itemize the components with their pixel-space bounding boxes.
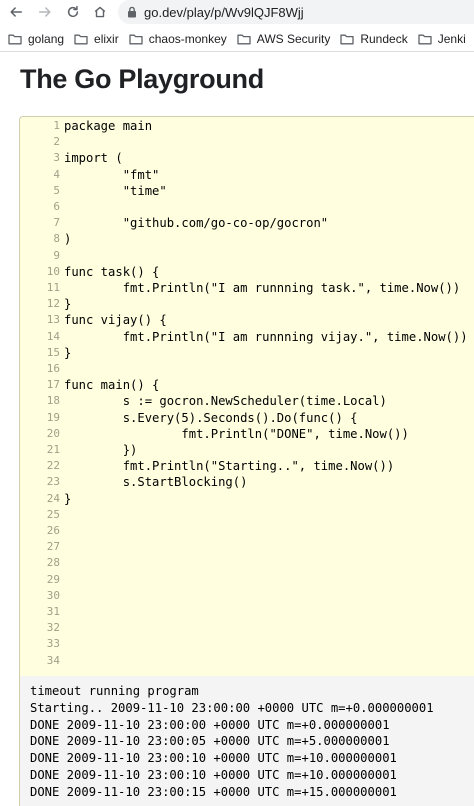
line-number: 22 <box>46 459 60 473</box>
bookmark-item[interactable]: Jenki <box>418 32 466 46</box>
lock-icon <box>128 6 136 18</box>
line-number: 24 <box>46 491 60 505</box>
line-number: 33 <box>46 637 60 651</box>
line-number: 2 <box>53 135 60 149</box>
folder-icon <box>418 34 432 45</box>
output-line: Starting.. 2009-11-10 23:00:00 +0000 UTC… <box>30 700 434 715</box>
bookmark-item[interactable]: chaos-monkey <box>129 32 227 46</box>
line-number: 34 <box>46 653 60 667</box>
output-panel: timeout running program Starting.. 2009-1… <box>19 676 474 806</box>
folder-icon <box>129 34 143 45</box>
line-number: 3 <box>53 151 60 165</box>
forward-button[interactable] <box>35 2 55 22</box>
line-number: 29 <box>46 572 60 586</box>
bookmarks-bar: golang elixir chaos-monkey AWS Security Rund… <box>0 27 474 52</box>
bookmark-label: chaos-monkey <box>148 32 227 46</box>
output-line: timeout running program <box>30 684 199 698</box>
bookmark-item[interactable]: elixir <box>74 32 119 46</box>
code-text: fmt.Println("Starting..", time.Now()) <box>64 459 395 474</box>
code-text: import ( <box>64 151 123 166</box>
output-line: DONE 2009-11-10 23:00:00 +0000 UTC m=+0.… <box>30 717 390 732</box>
folder-icon <box>237 34 251 45</box>
line-number: 9 <box>53 248 60 262</box>
line-number: 10 <box>46 264 60 278</box>
line-number: 15 <box>46 345 60 359</box>
back-arrow-icon <box>10 7 22 17</box>
line-number: 5 <box>53 183 60 197</box>
output-line: DONE 2009-11-10 23:00:05 +0000 UTC m=+5.… <box>30 734 390 749</box>
output-line: DONE 2009-11-10 23:00:10 +0000 UTC m=+10… <box>30 768 397 782</box>
code-text: } <box>64 491 72 506</box>
folder-icon <box>340 34 354 45</box>
folder-icon <box>74 34 88 45</box>
code-text: }) <box>64 443 138 457</box>
code-text: "github.com/go-co-op/gocron" <box>64 216 329 231</box>
line-number: 1 <box>53 119 60 132</box>
code-text: s.Every(5).Seconds().Do(func() { <box>64 410 358 425</box>
bookmark-label: elixir <box>94 32 119 46</box>
home-icon <box>94 6 106 18</box>
code-text: "fmt" <box>64 167 160 182</box>
line-number: 18 <box>46 394 60 408</box>
bookmark-item[interactable]: Rundeck <box>340 32 408 46</box>
address-bar[interactable]: go.dev/play/p/Wv9lQJF8Wjj <box>118 0 474 24</box>
forward-arrow-icon <box>39 7 51 17</box>
reload-button[interactable] <box>63 2 83 22</box>
line-number: 12 <box>46 297 60 311</box>
code-text: s.StartBlocking() <box>64 475 248 490</box>
output-line: DONE 2009-11-10 23:00:15 +0000 UTC m=+15… <box>30 784 397 799</box>
browser-toolbar: go.dev/play/p/Wv9lQJF8Wjj <box>0 0 474 24</box>
line-number: 13 <box>46 313 60 327</box>
bookmark-label: Jenki <box>437 32 466 46</box>
code-text: s := gocron.NewScheduler(time.Local) <box>64 394 387 409</box>
line-number: 20 <box>46 426 60 440</box>
folder-icon <box>8 34 22 45</box>
line-number: 27 <box>46 540 60 554</box>
line-number: 17 <box>46 378 60 392</box>
code-text: func task() { <box>64 264 160 279</box>
code-text: ) <box>64 232 72 247</box>
back-button[interactable] <box>6 2 26 22</box>
line-number: 14 <box>46 329 60 343</box>
line-number: 21 <box>46 443 60 456</box>
code-text: fmt.Println("DONE", time.Now()) <box>64 426 409 441</box>
code-text: } <box>64 345 72 360</box>
home-button[interactable] <box>90 2 110 22</box>
line-number: 6 <box>53 200 60 213</box>
code-text: func main() { <box>64 378 160 393</box>
line-number: 23 <box>46 475 60 489</box>
code-text: fmt.Println("I am runnning vijay.", time… <box>64 329 468 344</box>
code-text: func vijay() { <box>64 313 167 328</box>
line-number: 26 <box>46 524 60 537</box>
line-number: 32 <box>46 621 60 635</box>
line-number: 19 <box>46 410 60 424</box>
output-line: DONE 2009-11-10 23:00:10 +0000 UTC m=+10… <box>30 751 397 766</box>
line-number: 8 <box>53 232 60 246</box>
code-text: package main <box>64 119 153 133</box>
line-number: 25 <box>46 507 60 521</box>
code-text: } <box>64 297 72 312</box>
bookmark-item[interactable]: AWS Security <box>237 32 331 46</box>
code-text: "time" <box>64 183 167 198</box>
line-number: 31 <box>46 605 60 618</box>
reload-icon <box>67 5 79 18</box>
line-number: 4 <box>53 167 60 181</box>
code-text: fmt.Println("I am runnning task.", time.… <box>64 281 461 295</box>
url-text: go.dev/play/p/Wv9lQJF8Wjj <box>144 4 304 20</box>
bookmark-label: Rundeck <box>360 32 408 46</box>
line-number: 11 <box>46 281 60 294</box>
line-number: 30 <box>46 588 60 602</box>
page-title: The Go Playground <box>20 64 264 94</box>
bookmark-item[interactable]: golang <box>8 32 64 46</box>
line-number: 28 <box>46 556 60 570</box>
bookmark-label: AWS Security <box>256 32 331 46</box>
line-number: 7 <box>53 216 60 230</box>
code-editor[interactable]: 1 package main 2 3 import (4 "fmt" 5 "time" 6 7… <box>19 116 474 678</box>
line-number: 16 <box>46 362 60 375</box>
bookmark-label: golang <box>28 32 65 46</box>
